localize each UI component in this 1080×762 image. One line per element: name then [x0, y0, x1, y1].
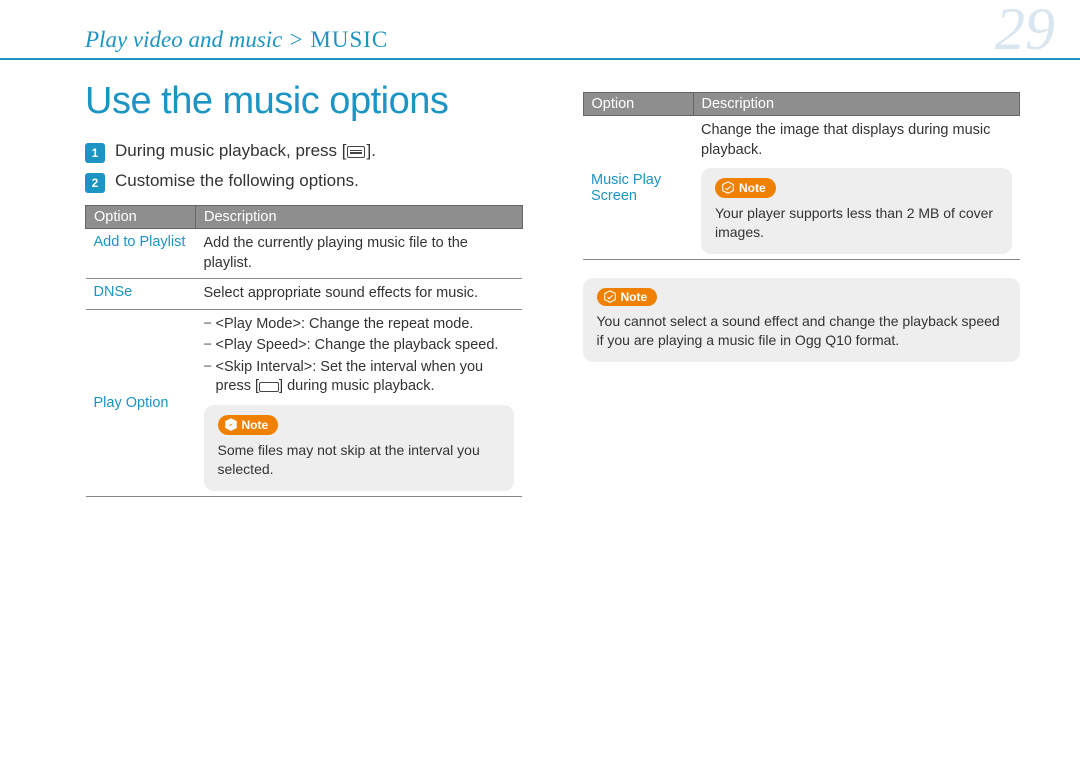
- th-option: Option: [86, 206, 196, 229]
- note-text: Your player supports less than 2 MB of c…: [715, 204, 998, 242]
- th-option: Option: [583, 93, 693, 116]
- step-text: Customise the following options.: [115, 171, 359, 191]
- option-cell: Add to Playlist: [86, 229, 196, 279]
- th-description: Description: [196, 206, 523, 229]
- option-cell: DNSe: [86, 279, 196, 310]
- options-table-right: Option Description Music Play Screen Cha…: [583, 92, 1021, 260]
- step-number-badge: 2: [85, 173, 105, 193]
- page-header: Play video and music > MUSIC 29: [0, 0, 1080, 60]
- note-badge: Note: [715, 178, 776, 198]
- note-text: You cannot select a sound effect and cha…: [597, 312, 1007, 350]
- skip-button-icon: [259, 382, 279, 392]
- note-badge: Note: [218, 415, 279, 435]
- note-label: Note: [242, 417, 269, 433]
- sub-item: <Play Speed>: Change the playback speed.: [204, 336, 515, 356]
- content-area: Use the music options 1 During music pla…: [0, 60, 1080, 497]
- page-title: Use the music options: [85, 80, 523, 123]
- cube-check-icon: [603, 290, 617, 304]
- step-1-pre: During music playback, press [: [115, 141, 346, 160]
- note-label: Note: [739, 180, 766, 196]
- description-cell: Change the image that displays during mu…: [693, 116, 1020, 260]
- note-box: Note Your player supports less than 2 MB…: [701, 168, 1012, 254]
- options-table-left: Option Description Add to Playlist Add t…: [85, 205, 523, 497]
- note-box: Note You cannot select a sound effect an…: [583, 278, 1021, 362]
- cube-check-icon: [224, 418, 238, 432]
- table-row: Music Play Screen Change the image that …: [583, 116, 1020, 260]
- page-number: 29: [995, 0, 1055, 64]
- description-cell: Add the currently playing music file to …: [196, 229, 523, 279]
- left-column: Use the music options 1 During music pla…: [85, 80, 523, 497]
- steps-list: 1 During music playback, press []. 2 Cus…: [85, 141, 523, 193]
- menu-icon: [347, 146, 365, 158]
- desc-text: Change the image that displays during mu…: [701, 121, 1012, 160]
- note-text: Some files may not skip at the interval …: [218, 441, 501, 479]
- step-text: During music playback, press [].: [115, 141, 376, 161]
- cube-check-icon: [721, 181, 735, 195]
- description-cell: <Play Mode>: Change the repeat mode. <Pl…: [196, 309, 523, 496]
- sub-item: <Skip Interval>: Set the interval when y…: [204, 358, 515, 397]
- option-cell: Music Play Screen: [583, 116, 693, 260]
- breadcrumb-part2: MUSIC: [304, 27, 389, 52]
- step-1-post: ].: [366, 141, 375, 160]
- breadcrumb-part1: Play video and music >: [85, 27, 304, 52]
- step-2: 2 Customise the following options.: [85, 171, 523, 193]
- table-row: Add to Playlist Add the currently playin…: [86, 229, 523, 279]
- breadcrumb: Play video and music > MUSIC: [85, 27, 388, 53]
- table-row: Play Option <Play Mode>: Change the repe…: [86, 309, 523, 496]
- th-description: Description: [693, 93, 1020, 116]
- step-1: 1 During music playback, press [].: [85, 141, 523, 163]
- step-number-badge: 1: [85, 143, 105, 163]
- note-label: Note: [621, 290, 648, 304]
- note-box: Note Some files may not skip at the inte…: [204, 405, 515, 491]
- note-badge: Note: [597, 288, 658, 306]
- description-cell: Select appropriate sound effects for mus…: [196, 279, 523, 310]
- sub-item: <Play Mode>: Change the repeat mode.: [204, 315, 515, 335]
- sub-item-post: ] during music playback.: [279, 378, 435, 394]
- option-cell: Play Option: [86, 309, 196, 496]
- table-row: DNSe Select appropriate sound effects fo…: [86, 279, 523, 310]
- right-column: Option Description Music Play Screen Cha…: [583, 80, 1021, 497]
